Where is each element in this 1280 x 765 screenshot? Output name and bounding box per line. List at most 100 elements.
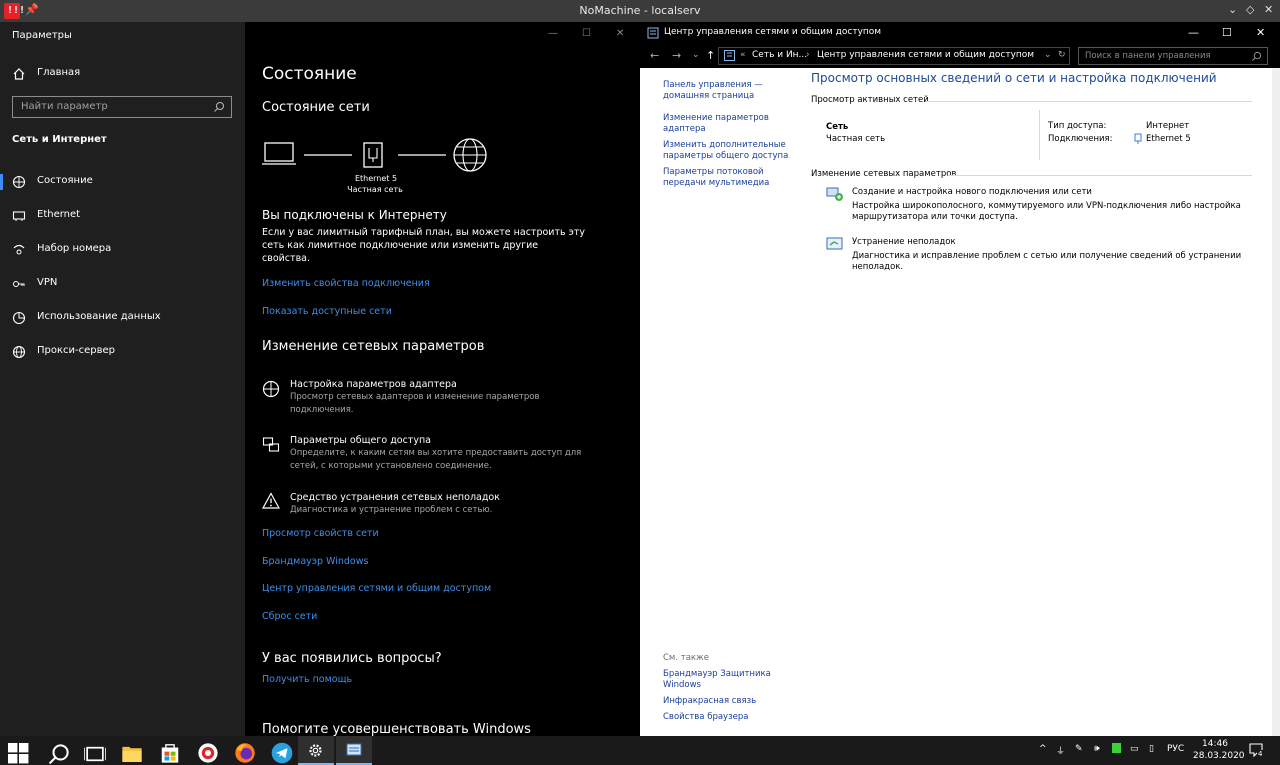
chevron-down-icon[interactable]: ⌄: [692, 50, 700, 60]
taskbar: ^ ⏚ ✎ 🕪 ▭ ▯ РУС 14:46 28.03.2020 4: [0, 736, 1280, 765]
up-icon[interactable]: ↑: [706, 49, 715, 62]
windows-firewall-link[interactable]: Брандмауэр Windows: [262, 556, 368, 567]
close-icon[interactable]: ✕: [1264, 3, 1273, 16]
globe-icon: [453, 138, 487, 172]
store-icon[interactable]: [159, 742, 181, 764]
vpn-icon: [13, 281, 25, 287]
sidebar-item-dialup[interactable]: Набор номера: [0, 236, 245, 264]
chevron-down-icon[interactable]: ⌄: [1228, 3, 1237, 16]
network-center-link[interactable]: Центр управления сетями и общим доступом: [262, 583, 491, 594]
cp-main-heading: Просмотр основных сведений о сети и наст…: [811, 71, 1217, 85]
troubleshoot-desc: Диагностика и исправление проблем с сеть…: [852, 251, 1242, 261]
warning-icon: [262, 492, 280, 509]
forward-icon[interactable]: →: [672, 49, 681, 62]
file-explorer-icon[interactable]: [121, 742, 143, 764]
globe-network-icon: [12, 175, 26, 189]
windows-start-icon[interactable]: [8, 743, 30, 765]
adapter-icon: [262, 380, 280, 398]
network-type: Частная сеть: [347, 185, 403, 194]
close-icon[interactable]: ✕: [1256, 26, 1265, 39]
diamond-icon[interactable]: ◇: [1246, 3, 1254, 16]
settings-sidebar: [0, 22, 245, 736]
adapter-settings-option[interactable]: Настройка параметров адаптера Просмотр с…: [262, 378, 622, 418]
network-type: Частная сеть: [826, 134, 886, 144]
pen-icon[interactable]: ✎: [1075, 744, 1083, 754]
nomachine-tray-icon[interactable]: [1112, 743, 1121, 753]
troubleshoot-icon: [826, 237, 843, 250]
change-settings-heading: Изменение сетевых параметров: [262, 339, 485, 354]
chevron-up-icon[interactable]: ^: [1039, 744, 1047, 754]
sidebar-item-status[interactable]: Состояние: [0, 168, 245, 196]
maximize-icon[interactable]: ☐: [1222, 26, 1232, 39]
network-reset-link[interactable]: Сброс сети: [262, 611, 317, 622]
settings-search-input[interactable]: Найти параметр: [12, 96, 232, 118]
sidebar-item-home[interactable]: Главная: [0, 60, 245, 88]
home-icon: [13, 68, 25, 80]
back-icon[interactable]: ←: [650, 49, 659, 62]
media-streaming-link[interactable]: Параметры потоковой передачи мультимедиа: [663, 167, 769, 189]
opera-icon[interactable]: [197, 742, 219, 764]
control-panel-search-input[interactable]: Поиск в панели управления: [1078, 47, 1268, 65]
see-also-label: См. также: [663, 653, 709, 663]
breadcrumb-current[interactable]: Центр управления сетями и общим доступом: [817, 50, 1034, 60]
search-icon[interactable]: [48, 743, 70, 765]
new-connection-link[interactable]: Создание и настройка нового подключения …: [852, 187, 1092, 198]
sharing-options-option[interactable]: Параметры общего доступа Определите, к к…: [262, 434, 622, 474]
adapter-name: Ethernet 5: [354, 174, 398, 183]
browser-props-link[interactable]: Свойства браузера: [663, 712, 748, 723]
data-usage-icon: [12, 311, 26, 325]
gear-icon: [309, 744, 322, 757]
usb-icon[interactable]: ⏚: [1056, 744, 1065, 757]
sidebar-item-data-usage[interactable]: Использование данных: [0, 304, 245, 332]
change-connection-props-link[interactable]: Изменить свойства подключения: [262, 278, 430, 289]
nomachine-titlebar: !!! 📌 NoMachine - localserv ⌄ ◇ ✕: [0, 0, 1280, 22]
infrared-link[interactable]: Инфракрасная связь: [663, 696, 756, 707]
page-title: Состояние: [262, 64, 357, 84]
network-center-icon: [647, 27, 659, 39]
improve-heading: Помогите усовершенствовать Windows: [262, 722, 531, 737]
language-indicator[interactable]: РУС: [1167, 744, 1184, 754]
clock[interactable]: 14:46 28.03.2020: [1193, 739, 1245, 761]
settings-window-title: Параметры: [12, 30, 72, 41]
network-icon[interactable]: ▯: [1149, 744, 1154, 754]
ethernet-port-icon: [363, 142, 383, 168]
troubleshooter-option[interactable]: Средство устранения сетевых неполадок Ди…: [262, 491, 622, 521]
network-center-icon: [346, 743, 362, 756]
advanced-sharing-link[interactable]: Изменить дополнительные параметры общего…: [663, 140, 788, 162]
task-view-icon[interactable]: [84, 743, 106, 765]
refresh-icon[interactable]: ↻: [1058, 50, 1066, 60]
connected-heading: Вы подключены к Интернету: [262, 208, 447, 222]
minimize-icon[interactable]: —: [548, 28, 558, 39]
sidebar-item-ethernet[interactable]: Ethernet: [0, 202, 245, 230]
connected-text: свойства.: [262, 253, 311, 264]
chevron-down-icon[interactable]: ⌄: [1044, 50, 1052, 60]
close-icon[interactable]: ✕: [616, 28, 624, 39]
display-icon[interactable]: ▭: [1130, 744, 1139, 754]
troubleshoot-link[interactable]: Устранение неполадок: [852, 237, 956, 248]
view-network-props-link[interactable]: Просмотр свойств сети: [262, 528, 379, 539]
scrollbar[interactable]: [1272, 68, 1280, 736]
show-networks-link[interactable]: Показать доступные сети: [262, 306, 392, 317]
control-panel-address-bar: ← → ⌄ ↑ « Сеть и Ин... › Центр управлени…: [640, 44, 1280, 68]
get-help-link[interactable]: Получить помощь: [262, 674, 352, 685]
network-diagram: [262, 138, 487, 172]
sidebar-item-proxy[interactable]: Прокси-сервер: [0, 338, 245, 366]
settings-taskbar-button[interactable]: [298, 736, 334, 765]
connections-label: Подключения:: [1048, 134, 1113, 144]
minimize-icon[interactable]: —: [1188, 26, 1199, 39]
telegram-icon[interactable]: [271, 742, 293, 764]
cp-home-link[interactable]: Панель управления — домашняя страница: [663, 80, 763, 102]
breadcrumb-network[interactable]: Сеть и Ин...: [752, 50, 807, 60]
defender-firewall-link[interactable]: Брандмауэр Защитника Windows: [663, 669, 771, 691]
firefox-icon[interactable]: [234, 742, 256, 764]
ethernet-connection-link[interactable]: Ethernet 5: [1146, 134, 1191, 145]
connected-text: сеть как лимитное подключение или измени…: [262, 240, 539, 251]
notification-center-button[interactable]: 4: [1249, 743, 1264, 758]
change-adapter-link[interactable]: Изменение параметров адаптера: [663, 113, 769, 135]
control-panel-taskbar-button[interactable]: [336, 736, 372, 765]
globe-icon: [12, 345, 26, 359]
control-panel-icon: [724, 50, 735, 61]
maximize-icon[interactable]: ☐: [582, 28, 591, 39]
volume-icon[interactable]: 🕪: [1094, 744, 1100, 754]
sidebar-item-vpn[interactable]: VPN: [0, 270, 245, 298]
